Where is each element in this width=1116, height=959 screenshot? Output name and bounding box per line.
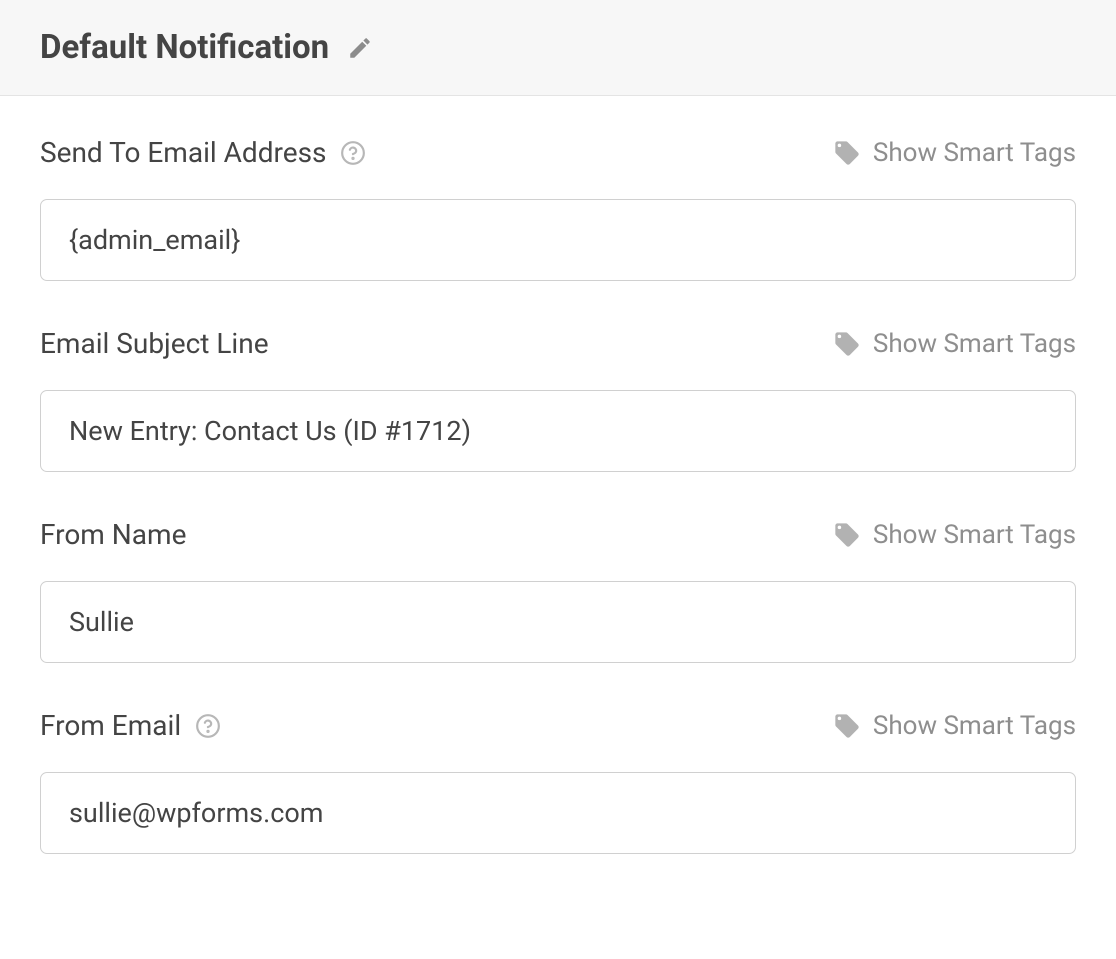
from-email-field-group: From Email Show Smart Tags: [40, 709, 1076, 854]
tag-icon: [833, 521, 861, 549]
from-email-label: From Email: [40, 709, 181, 742]
show-smart-tags-text: Show Smart Tags: [873, 138, 1076, 168]
from-name-field-group: From Name Show Smart Tags: [40, 518, 1076, 663]
notification-settings: Send To Email Address Show Smart Tags: [0, 96, 1116, 854]
subject-input[interactable]: [40, 390, 1076, 472]
from-name-label: From Name: [40, 518, 186, 551]
from-email-label-wrap: From Email: [40, 709, 221, 742]
tag-icon: [833, 712, 861, 740]
from-email-input[interactable]: [40, 772, 1076, 854]
show-smart-tags-link[interactable]: Show Smart Tags: [833, 329, 1076, 359]
subject-field-group: Email Subject Line Show Smart Tags: [40, 327, 1076, 472]
help-icon[interactable]: [340, 140, 366, 166]
show-smart-tags-link[interactable]: Show Smart Tags: [833, 711, 1076, 741]
notification-header: Default Notification: [0, 0, 1116, 96]
send-to-input[interactable]: [40, 199, 1076, 281]
send-to-label: Send To Email Address: [40, 136, 326, 169]
show-smart-tags-text: Show Smart Tags: [873, 711, 1076, 741]
send-to-label-wrap: Send To Email Address: [40, 136, 366, 169]
show-smart-tags-link[interactable]: Show Smart Tags: [833, 520, 1076, 550]
from-email-field-header: From Email Show Smart Tags: [40, 709, 1076, 742]
edit-title-icon[interactable]: [347, 35, 373, 61]
notification-title: Default Notification: [40, 28, 329, 67]
show-smart-tags-link[interactable]: Show Smart Tags: [833, 138, 1076, 168]
from-name-input[interactable]: [40, 581, 1076, 663]
subject-label: Email Subject Line: [40, 327, 269, 360]
subject-field-header: Email Subject Line Show Smart Tags: [40, 327, 1076, 360]
tag-icon: [833, 330, 861, 358]
subject-label-wrap: Email Subject Line: [40, 327, 269, 360]
send-to-field-group: Send To Email Address Show Smart Tags: [40, 136, 1076, 281]
show-smart-tags-text: Show Smart Tags: [873, 520, 1076, 550]
from-name-label-wrap: From Name: [40, 518, 186, 551]
from-name-field-header: From Name Show Smart Tags: [40, 518, 1076, 551]
tag-icon: [833, 139, 861, 167]
show-smart-tags-text: Show Smart Tags: [873, 329, 1076, 359]
send-to-field-header: Send To Email Address Show Smart Tags: [40, 136, 1076, 169]
help-icon[interactable]: [195, 713, 221, 739]
